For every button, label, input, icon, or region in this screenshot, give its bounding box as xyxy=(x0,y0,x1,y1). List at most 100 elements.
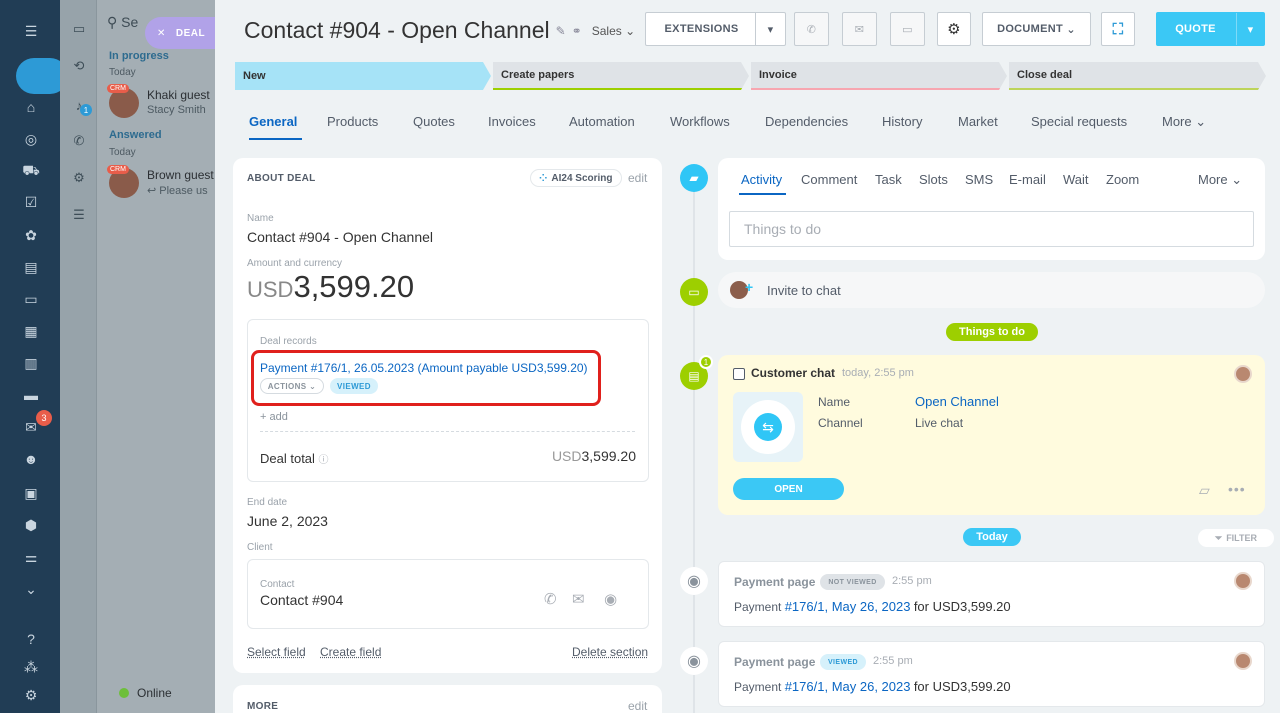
tab-products[interactable]: Products xyxy=(327,114,378,129)
document-icon[interactable]: ▥ xyxy=(20,352,42,374)
stage-new[interactable]: New xyxy=(235,62,491,90)
extensions-button[interactable]: EXTENSIONS ▾ xyxy=(645,12,786,46)
checklist-icon[interactable]: ☰ xyxy=(70,206,88,224)
crm-badge: CRM xyxy=(107,165,129,174)
gear-icon: ⚙ xyxy=(947,21,961,38)
activity-icon: ▰ xyxy=(680,164,708,192)
phone-icon[interactable]: ✆ xyxy=(544,590,557,608)
employees-icon[interactable]: ☻ xyxy=(20,448,42,470)
open-button[interactable]: OPEN xyxy=(733,478,844,500)
chat-search[interactable]: ⚲ Se xyxy=(107,14,138,31)
stage-invoice[interactable]: Invoice xyxy=(751,62,1007,90)
status-badge: NOT VIEWED xyxy=(820,574,885,590)
chat-name[interactable]: Brown guest xyxy=(147,168,214,182)
openlines-icon[interactable]: ⟲ xyxy=(70,57,88,75)
messages-icon[interactable]: ▭ xyxy=(70,20,88,38)
edit-link[interactable]: edit xyxy=(628,171,647,185)
tab-invoices[interactable]: Invoices xyxy=(488,114,536,129)
online-status[interactable]: Online xyxy=(119,686,172,700)
mail-icon[interactable]: ✉ xyxy=(572,590,585,608)
tab-automation[interactable]: Automation xyxy=(569,114,635,129)
tab-more[interactable]: More ⌄ xyxy=(1162,114,1206,130)
tab-wait[interactable]: Wait xyxy=(1063,172,1089,187)
quote-button[interactable]: QUOTE ▾ xyxy=(1156,12,1265,46)
filter-button[interactable]: ⏷ FILTER xyxy=(1198,529,1274,547)
home-icon[interactable]: ⌂ xyxy=(20,96,42,118)
email-button[interactable]: ✉ xyxy=(842,12,877,46)
tab-quotes[interactable]: Quotes xyxy=(413,114,455,129)
more-dots-icon[interactable]: ••• xyxy=(1228,481,1246,497)
menu-icon[interactable]: ☰ xyxy=(20,20,42,42)
payment-link[interactable]: #176/1, May 26, 2023 xyxy=(785,679,911,694)
stage-create-papers[interactable]: Create papers xyxy=(493,62,749,90)
settings-button[interactable]: ⚙ xyxy=(937,12,971,46)
tab-email[interactable]: E-mail xyxy=(1009,172,1046,187)
tab-activity[interactable]: Activity xyxy=(741,172,782,187)
structure-icon[interactable]: ⁂ xyxy=(20,656,42,678)
stage-close-deal[interactable]: Close deal xyxy=(1009,62,1266,90)
create-field-link[interactable]: Create field xyxy=(320,645,381,659)
add-record-link[interactable]: + add xyxy=(260,411,288,423)
tab-zoom[interactable]: Zoom xyxy=(1106,172,1139,187)
client-label: Client xyxy=(247,542,273,553)
call-button[interactable]: ✆ xyxy=(794,12,829,46)
settings-icon[interactable]: ⚙ xyxy=(70,169,88,187)
delete-section-link[interactable]: Delete section xyxy=(572,645,648,659)
deal-total-value: USD3,599.20 xyxy=(551,448,636,464)
chat-name[interactable]: Khaki guest xyxy=(147,88,210,102)
select-field-link[interactable]: Select field xyxy=(247,645,306,659)
tab-market[interactable]: Market xyxy=(958,114,998,129)
chevron-down-circle-icon[interactable]: ⌄ xyxy=(20,578,42,600)
channel-value: Live chat xyxy=(915,416,964,430)
complete-checkbox[interactable] xyxy=(733,368,745,380)
tab-task[interactable]: Task xyxy=(875,172,902,187)
scan-button[interactable]: ⛶ xyxy=(1101,12,1135,46)
today-divider: Today xyxy=(963,528,1021,546)
ai-scoring-button[interactable]: ⁘ AI24 Scoring xyxy=(530,169,622,187)
cart-icon[interactable]: ⛟ xyxy=(20,160,42,182)
avatar xyxy=(1234,572,1252,590)
invite-to-chat[interactable]: + Invite to chat xyxy=(718,272,1265,308)
tab-special-requests[interactable]: Special requests xyxy=(1031,114,1127,129)
tasks-icon[interactable]: ☑ xyxy=(20,191,42,213)
settings-sliders-icon[interactable]: ⚌ xyxy=(20,546,42,568)
document-button[interactable]: DOCUMENT ⌄ xyxy=(982,12,1091,46)
tab-slots[interactable]: Slots xyxy=(919,172,948,187)
drive-icon[interactable]: ▬ xyxy=(20,384,42,406)
end-date-label: End date xyxy=(247,497,288,508)
tab-dependencies[interactable]: Dependencies xyxy=(765,114,848,129)
pencil-icon[interactable]: ✎ xyxy=(556,24,566,38)
deal-tab-label: DEAL xyxy=(175,27,206,39)
payment-link[interactable]: #176/1, May 26, 2023 xyxy=(785,599,911,614)
tab-sms[interactable]: SMS xyxy=(965,172,993,187)
tab-general[interactable]: General xyxy=(249,114,297,129)
calendar-icon[interactable]: ▦ xyxy=(20,320,42,342)
feed-icon[interactable]: ▤ xyxy=(20,256,42,278)
crm-icon[interactable]: ✿ xyxy=(20,224,42,246)
tab-comment[interactable]: Comment xyxy=(801,172,857,187)
phone-icon[interactable]: ✆ xyxy=(70,132,88,150)
contact-center-icon[interactable]: ▣ xyxy=(20,482,42,504)
day-label: Today xyxy=(109,67,136,78)
tab-workflows[interactable]: Workflows xyxy=(670,114,730,129)
gear-icon[interactable]: ⚙ xyxy=(20,684,42,706)
event-title: Payment page xyxy=(734,575,816,589)
deal-close-tab[interactable]: ✕ DEAL xyxy=(145,17,217,49)
help-icon[interactable]: ? xyxy=(20,628,42,650)
contact-value[interactable]: Contact #904 xyxy=(260,592,343,608)
edit-link[interactable]: edit xyxy=(628,699,647,713)
todo-input[interactable]: Things to do xyxy=(729,211,1254,247)
target-icon[interactable]: ◎ xyxy=(20,128,42,150)
chat-icon[interactable]: ◉ xyxy=(604,590,617,608)
link-icon[interactable]: ⚭ xyxy=(572,24,582,38)
highlight-box xyxy=(251,350,601,406)
chevron-down-icon: ▾ xyxy=(1236,13,1264,45)
note-icon[interactable]: ▱ xyxy=(1199,482,1210,499)
tab-history[interactable]: History xyxy=(882,114,922,129)
category-selector[interactable]: Sales ⌄ xyxy=(592,24,635,38)
store-icon[interactable]: ⬢ xyxy=(20,514,42,536)
chat-icon[interactable]: ▭ xyxy=(20,288,42,310)
chat-button[interactable]: ▭ xyxy=(890,12,925,46)
name-value-link[interactable]: Open Channel xyxy=(915,394,999,409)
tab-more[interactable]: More ⌄ xyxy=(1198,172,1242,188)
